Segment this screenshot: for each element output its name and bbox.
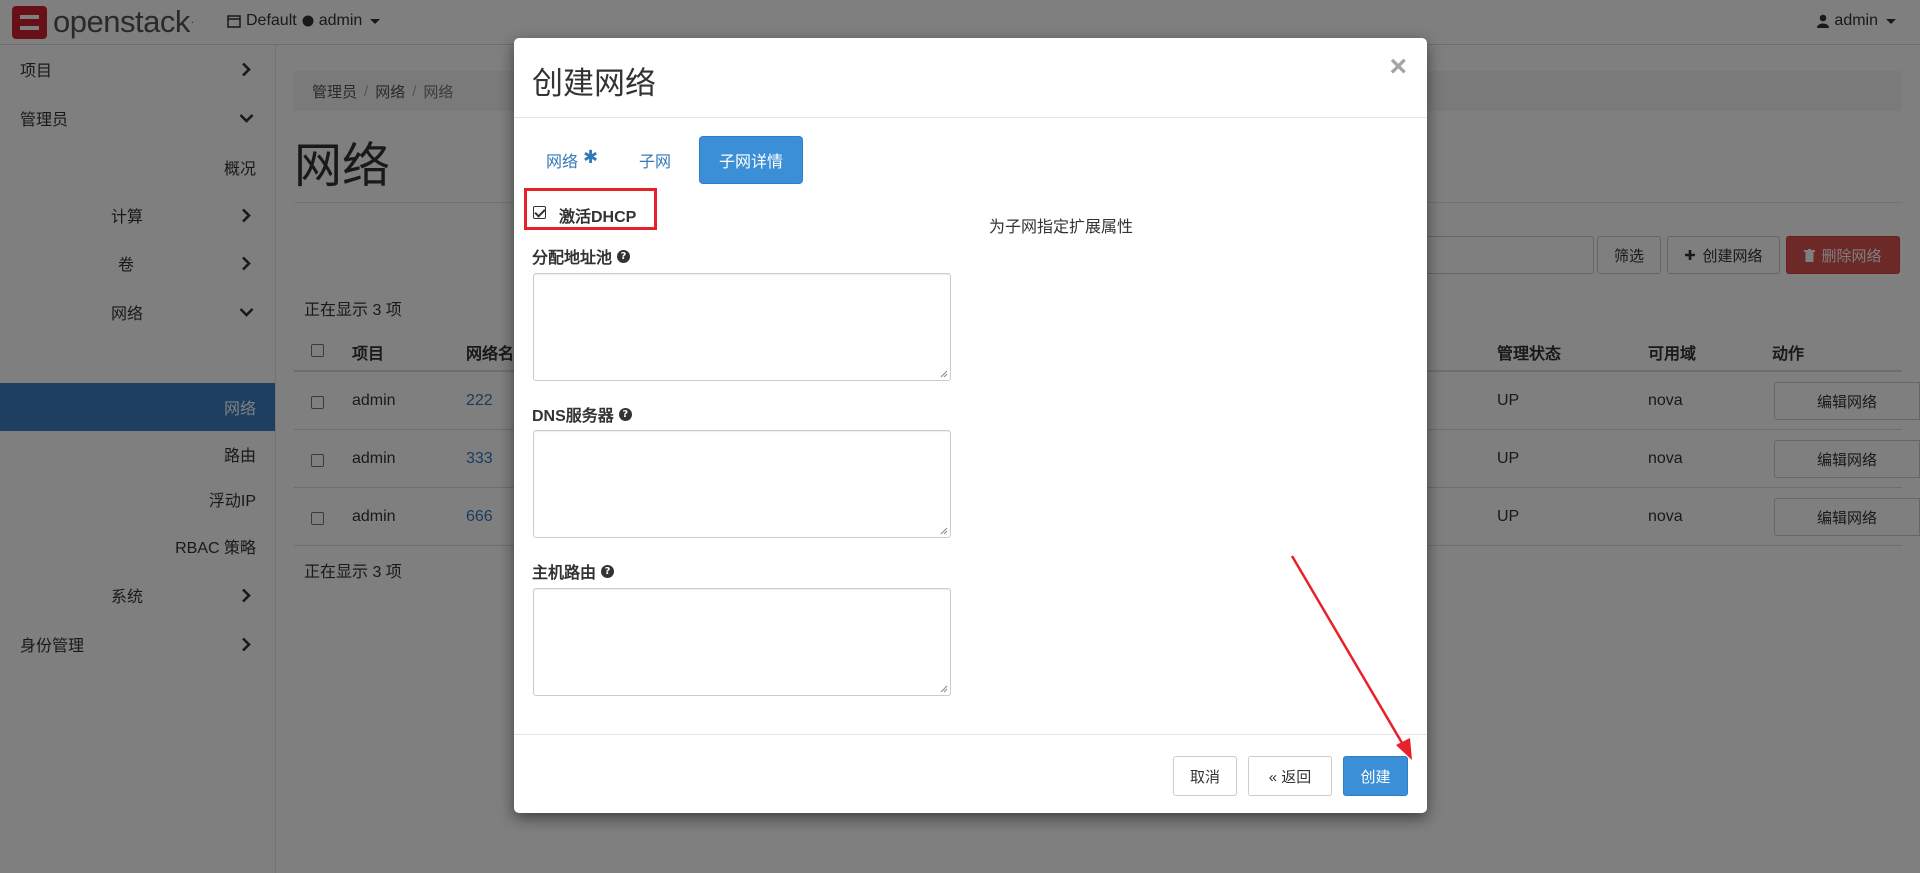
question-circle-icon[interactable]: ? bbox=[601, 565, 614, 578]
tab-label: 网络 bbox=[546, 148, 578, 172]
cancel-button[interactable]: 取消 bbox=[1173, 756, 1237, 796]
host-routes-label: 主机路由 ? bbox=[532, 559, 614, 583]
tab-subnet-details[interactable]: 子网详情 bbox=[699, 136, 803, 184]
resize-grip-icon[interactable] bbox=[940, 685, 948, 693]
resize-grip-icon[interactable] bbox=[940, 527, 948, 535]
enable-dhcp-checkbox[interactable] bbox=[533, 206, 546, 219]
back-button[interactable]: « 返回 bbox=[1248, 756, 1332, 796]
divider bbox=[514, 734, 1427, 735]
field-label: 分配地址池 bbox=[532, 244, 612, 268]
dns-servers-label: DNS服务器 ? bbox=[532, 402, 632, 426]
dns-servers-input[interactable] bbox=[533, 430, 951, 538]
enable-dhcp-label[interactable]: 激活DHCP bbox=[559, 203, 636, 227]
help-text: 为子网指定扩展属性 bbox=[989, 213, 1133, 237]
resize-grip-icon[interactable] bbox=[940, 370, 948, 378]
divider bbox=[514, 117, 1427, 118]
create-button[interactable]: 创建 bbox=[1343, 756, 1408, 796]
field-label: 主机路由 bbox=[532, 559, 596, 583]
question-circle-icon[interactable]: ? bbox=[619, 408, 632, 421]
create-network-modal: 创建网络 × 网络 ✱ 子网 子网详情 激活DHCP 分配地址池 ? DNS服务… bbox=[514, 38, 1427, 813]
allocation-pools-input[interactable] bbox=[533, 273, 951, 381]
close-icon[interactable]: × bbox=[1389, 52, 1407, 82]
tab-subnet[interactable]: 子网 bbox=[624, 136, 686, 184]
back-label: « 返回 bbox=[1269, 766, 1312, 787]
modal-title: 创建网络 bbox=[532, 58, 656, 103]
allocation-pools-label: 分配地址池 ? bbox=[532, 244, 630, 268]
cancel-label: 取消 bbox=[1190, 766, 1220, 787]
tab-network[interactable]: 网络 ✱ bbox=[534, 136, 610, 184]
field-label: DNS服务器 bbox=[532, 402, 614, 426]
tab-label: 子网详情 bbox=[719, 148, 783, 172]
tab-label: 子网 bbox=[639, 148, 671, 172]
question-circle-icon[interactable]: ? bbox=[617, 250, 630, 263]
required-asterisk-icon: ✱ bbox=[583, 147, 598, 168]
host-routes-input[interactable] bbox=[533, 588, 951, 696]
create-label: 创建 bbox=[1360, 766, 1390, 787]
